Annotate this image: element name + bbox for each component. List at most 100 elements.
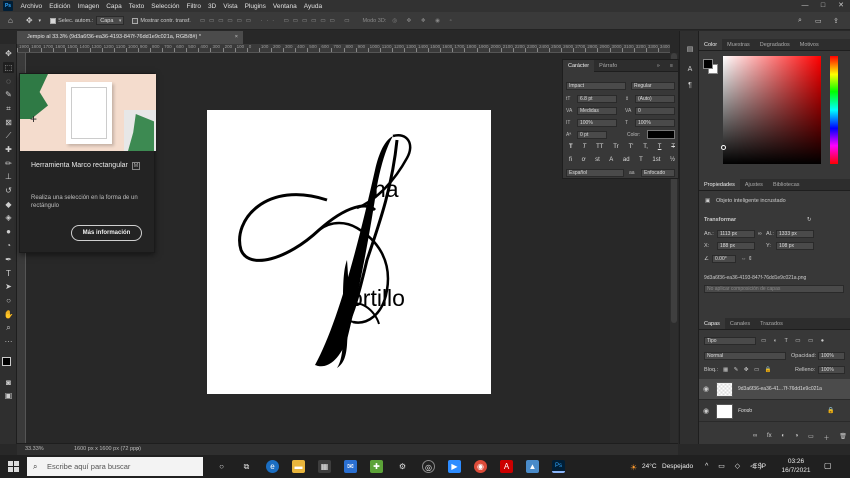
ordinals-button[interactable]: 1st bbox=[652, 157, 660, 163]
font-style-select[interactable]: Regular bbox=[631, 82, 675, 90]
tab-character[interactable]: Carácter bbox=[563, 59, 595, 72]
show-transform-checkbox[interactable] bbox=[132, 17, 139, 24]
delete-layer-icon[interactable]: 🗑 bbox=[839, 433, 847, 442]
quick-selection-icon[interactable]: ✎ bbox=[3, 89, 14, 100]
menu-ventana[interactable]: Ventana bbox=[269, 3, 300, 10]
tab-paths[interactable]: Trazados bbox=[755, 318, 788, 329]
chrome-icon[interactable]: ◉ bbox=[474, 460, 487, 473]
vertical-scale-field[interactable]: 100% bbox=[577, 119, 617, 127]
color-swatches-icon[interactable] bbox=[2, 357, 16, 371]
clock-date[interactable]: 16/7/2021 bbox=[776, 467, 816, 474]
filter-icons[interactable]: ▭ ◐ T ▭ ▭ ● bbox=[761, 337, 827, 345]
lock-icons[interactable]: ▦ ✎ ✥ ▭ 🔒 bbox=[723, 366, 774, 374]
swash-button[interactable]: A bbox=[609, 157, 613, 163]
rectangular-marquee-icon[interactable]: ⬚ bbox=[3, 62, 14, 73]
link-icon[interactable]: ∞ bbox=[758, 230, 762, 238]
new-layer-icon[interactable]: ＋ bbox=[824, 433, 830, 442]
angle-field[interactable]: 0.00° bbox=[712, 255, 736, 263]
strikethrough-button[interactable]: T bbox=[671, 144, 675, 150]
search-icon[interactable]: ⌕ bbox=[798, 17, 802, 25]
frame-icon[interactable]: ⊠ bbox=[3, 117, 14, 128]
menu-archivo[interactable]: Archivo bbox=[17, 3, 46, 10]
y-field[interactable]: 108 px bbox=[776, 242, 814, 250]
superscript-button[interactable]: T' bbox=[629, 144, 634, 150]
media-icon[interactable]: ◎ bbox=[422, 460, 435, 473]
crop-icon[interactable]: ⌗ bbox=[3, 103, 14, 114]
foreground-color-swatch[interactable] bbox=[703, 59, 713, 69]
quick-mask-icon[interactable]: ◙ bbox=[3, 377, 14, 388]
zoom-icon[interactable]: ⌕ bbox=[3, 322, 14, 333]
tab-libraries[interactable]: Bibliotecas bbox=[768, 179, 805, 190]
workspace-icon[interactable]: ▭ bbox=[815, 17, 822, 25]
color-picker-cursor[interactable] bbox=[721, 145, 726, 150]
ligatures-button[interactable]: fi bbox=[569, 157, 572, 163]
character-panel-icon[interactable]: A bbox=[685, 65, 695, 75]
horizontal-scale-field[interactable]: 100% bbox=[635, 119, 675, 127]
faux-italic-button[interactable]: T bbox=[583, 144, 587, 150]
task-view-icon[interactable]: ⧉ bbox=[240, 460, 253, 473]
paragraph-panel-icon[interactable]: ¶ bbox=[685, 81, 695, 91]
photoshop-icon[interactable]: Ps bbox=[3, 1, 13, 11]
eyedropper-icon[interactable]: ⟋ bbox=[3, 130, 14, 141]
store-icon[interactable]: ▦ bbox=[318, 460, 331, 473]
group-icon[interactable]: ▭ bbox=[808, 433, 814, 442]
height-field[interactable]: 1333 px bbox=[776, 230, 814, 238]
menu-texto[interactable]: Texto bbox=[125, 3, 148, 10]
zoom-app-icon[interactable]: ▶ bbox=[448, 460, 461, 473]
visibility-eye-icon[interactable]: ◉ bbox=[703, 407, 709, 415]
weather-text[interactable]: Despejado bbox=[662, 463, 693, 470]
adjustment-layer-icon[interactable]: ◑ bbox=[795, 433, 799, 442]
layer-filter-select[interactable]: Tipo bbox=[704, 337, 756, 345]
width-field[interactable]: 1113 px bbox=[717, 230, 755, 238]
discretionary-ligature-button[interactable]: st bbox=[595, 157, 600, 163]
layer-style-icon[interactable]: fx bbox=[767, 433, 772, 442]
clone-stamp-icon[interactable]: ⊥ bbox=[3, 171, 14, 182]
contextual-alt-button[interactable]: ơ bbox=[582, 157, 586, 163]
photoshop-taskbar-icon[interactable]: Ps bbox=[552, 460, 565, 473]
auto-select-dropdown[interactable]: Capa bbox=[96, 16, 125, 25]
type-tool-icon[interactable]: T bbox=[3, 268, 14, 279]
all-caps-button[interactable]: TT bbox=[596, 144, 603, 150]
blur-icon[interactable]: ● bbox=[3, 226, 14, 237]
share-icon[interactable]: ⇪ bbox=[833, 17, 839, 25]
auto-select-option[interactable]: Selec. autom.: bbox=[50, 17, 93, 24]
layer-name[interactable]: 9d3a6f36-ea36-41...7f-76dd1e9c021a bbox=[738, 386, 822, 392]
stylistic-alt-button[interactable]: ad bbox=[623, 157, 630, 163]
edge-icon[interactable]: e bbox=[266, 460, 279, 473]
temperature[interactable]: 24°C bbox=[642, 463, 657, 470]
chevron-down-icon[interactable]: ▾ bbox=[39, 18, 42, 24]
hue-slider[interactable] bbox=[830, 56, 838, 164]
menu-imagen[interactable]: Imagen bbox=[74, 3, 103, 10]
collapse-icon[interactable]: » bbox=[652, 63, 665, 69]
mail-icon[interactable]: ✉ bbox=[344, 460, 357, 473]
font-family-select[interactable]: Impact bbox=[566, 82, 626, 90]
antialias-select[interactable]: Enfocado bbox=[641, 169, 675, 177]
menu-edicion[interactable]: Edición bbox=[46, 3, 74, 10]
document-canvas[interactable]: na ortillo bbox=[207, 110, 491, 394]
menu-ayuda[interactable]: Ayuda bbox=[300, 3, 325, 10]
minimize-button[interactable]: — bbox=[796, 0, 814, 12]
font-size-field[interactable]: 6.8 pt bbox=[577, 95, 617, 103]
tab-properties[interactable]: Propiedades bbox=[699, 179, 740, 190]
tab-channels[interactable]: Canales bbox=[725, 318, 755, 329]
color-picker-field[interactable] bbox=[723, 56, 821, 164]
titling-alt-button[interactable]: T bbox=[639, 157, 643, 163]
xbox-icon[interactable]: ✚ bbox=[370, 460, 383, 473]
path-selection-icon[interactable]: ➤ bbox=[3, 281, 14, 292]
photos-icon[interactable]: ▲ bbox=[526, 460, 539, 473]
move-tool-icon[interactable]: ✥ bbox=[26, 16, 33, 25]
panel-menu-icon[interactable]: ≡ bbox=[665, 63, 678, 69]
move-tool-icon[interactable]: ✥ bbox=[3, 48, 14, 59]
menu-3d[interactable]: 3D bbox=[204, 3, 219, 10]
x-field[interactable]: 188 px bbox=[717, 242, 755, 250]
fractions-button[interactable]: ½ bbox=[670, 157, 675, 163]
auto-select-checkbox[interactable] bbox=[50, 17, 57, 24]
tab-paragraph[interactable]: Párrafo bbox=[594, 63, 622, 69]
horizontal-ruler[interactable]: 1900 1800 1700 1600 1500 1400 1300 1200 1100 1000… bbox=[17, 44, 670, 53]
tab-layers[interactable]: Capas bbox=[699, 318, 725, 329]
menu-plugins[interactable]: Plugins bbox=[241, 3, 269, 10]
fill-field[interactable]: 100% bbox=[818, 366, 845, 374]
history-panel-icon[interactable]: ▤ bbox=[685, 45, 695, 55]
taskbar-search[interactable]: ⌕ Escribe aquí para buscar bbox=[27, 457, 203, 476]
tab-gradients[interactable]: Degradados bbox=[755, 39, 795, 50]
